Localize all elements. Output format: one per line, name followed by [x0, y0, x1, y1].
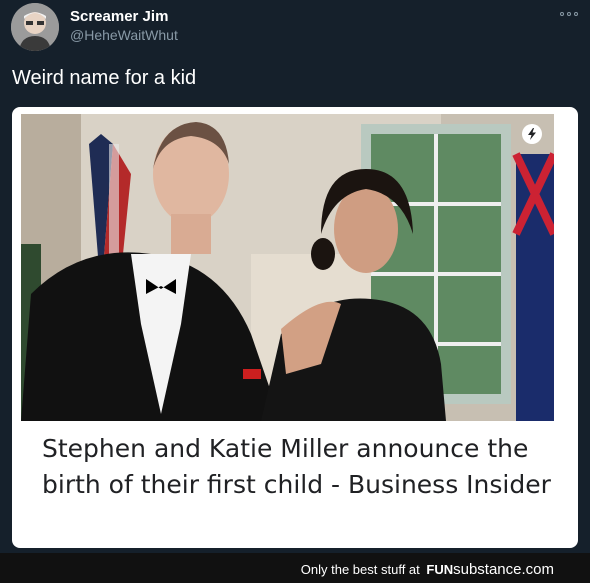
tweet: Screamer Jim @HeheWaitWhut Weird name fo… — [0, 0, 590, 553]
author-name[interactable]: Screamer Jim — [70, 8, 168, 25]
link-card[interactable]: Stephen and Katie Miller announce the bi… — [12, 107, 578, 548]
article-headline[interactable]: Stephen and Katie Miller announce the bi… — [42, 431, 552, 503]
lightning-bolt-icon — [522, 124, 542, 144]
avatar[interactable] — [11, 3, 59, 51]
ellipsis-icon[interactable] — [560, 7, 578, 21]
watermark-footer: Only the best stuff at FUNsubstance.com — [0, 553, 590, 583]
funsubstance-logo[interactable]: FUNsubstance.com — [426, 561, 554, 578]
author-handle[interactable]: @HeheWaitWhut — [70, 27, 178, 43]
tweet-text: Weird name for a kid — [12, 67, 197, 89]
watermark-tagline: Only the best stuff at — [300, 562, 420, 577]
article-photo — [21, 114, 554, 421]
watermark: Only the best stuff at FUNsubstance.com — [301, 561, 554, 578]
